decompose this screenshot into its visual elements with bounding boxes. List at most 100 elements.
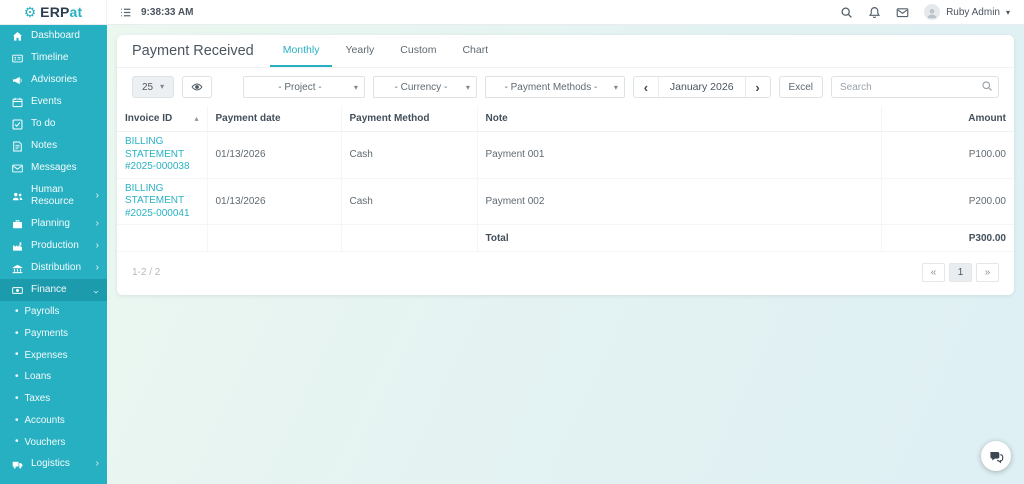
topbar: ⚙ ERPat 9:38:33 AM Ruby Admin ▾: [0, 0, 1024, 25]
chevron-right-icon: ›: [92, 459, 99, 469]
sidebar-item-planning[interactable]: Planning ›: [0, 213, 107, 235]
tab-yearly[interactable]: Yearly: [332, 35, 387, 67]
chevron-down-icon: ▾: [160, 83, 164, 91]
table-total-row: Total P300.00: [117, 225, 1014, 252]
payment-methods-select[interactable]: - Payment Methods - ▾: [485, 76, 625, 98]
chevron-down-icon: ▾: [354, 84, 358, 92]
factory-icon: [11, 241, 24, 252]
table-row: BILLING STATEMENT #2025-000041 01/13/202…: [117, 178, 1014, 225]
bullet-icon: •: [15, 416, 19, 426]
page-size-select[interactable]: 25 ▾: [132, 76, 174, 98]
chevron-right-icon: ›: [92, 263, 99, 273]
topbar-main: 9:38:33 AM Ruby Admin ▾: [107, 0, 1024, 24]
chat-button[interactable]: [981, 441, 1011, 471]
task-list-icon[interactable]: [119, 6, 132, 19]
user-name: Ruby Admin: [946, 7, 1000, 18]
column-header-amount[interactable]: Amount: [881, 106, 1014, 132]
toggle-columns-button[interactable]: [182, 76, 212, 98]
table-header-row: Invoice ID ▴ Payment date Payment Method…: [117, 106, 1014, 132]
column-header-invoice-id[interactable]: Invoice ID ▴: [117, 106, 207, 132]
sidebar: Dashboard Timeline Advisories Events To …: [0, 25, 107, 484]
sidebar-item-production[interactable]: Production ›: [0, 235, 107, 257]
bullet-icon: •: [15, 329, 19, 339]
page-title: Payment Received: [132, 43, 254, 59]
sidebar-item-distribution[interactable]: Distribution ›: [0, 257, 107, 279]
sidebar-item-timeline[interactable]: Timeline: [0, 47, 107, 69]
check-square-icon: [11, 119, 24, 130]
table-row: BILLING STATEMENT #2025-000038 01/13/202…: [117, 132, 1014, 179]
sidebar-item-human-resource[interactable]: Human Resource ›: [0, 179, 107, 213]
payment-received-card: Payment Received Monthly Yearly Custom C…: [117, 35, 1014, 295]
bell-icon[interactable]: [868, 6, 881, 19]
sidebar-item-payrolls[interactable]: • Payrolls: [0, 301, 107, 323]
sidebar-item-todo[interactable]: To do: [0, 113, 107, 135]
payment-date-cell: 01/13/2026: [207, 178, 341, 225]
note-icon: [11, 141, 24, 152]
logo-gear-icon: ⚙: [24, 5, 37, 19]
amount-cell: P200.00: [881, 178, 1014, 225]
users-icon: [11, 191, 24, 202]
sidebar-item-taxes[interactable]: • Taxes: [0, 388, 107, 410]
search-icon[interactable]: [840, 6, 853, 19]
payment-method-cell: Cash: [341, 178, 477, 225]
invoice-link[interactable]: BILLING STATEMENT #2025-000038: [125, 136, 199, 174]
sidebar-item-logistics[interactable]: Logistics ›: [0, 453, 107, 475]
period-navigator: ‹ January 2026 ›: [633, 76, 771, 98]
bullet-icon: •: [15, 437, 19, 447]
empty-cell: [341, 225, 477, 252]
search-input[interactable]: [831, 76, 999, 98]
sidebar-item-dashboard[interactable]: Dashboard: [0, 25, 107, 47]
chevron-right-icon: ›: [92, 219, 99, 229]
sidebar-item-finance[interactable]: Finance ›: [0, 279, 107, 301]
sidebar-item-notes[interactable]: Notes: [0, 135, 107, 157]
main-content: Payment Received Monthly Yearly Custom C…: [107, 25, 1024, 484]
eye-icon: [191, 81, 203, 93]
period-label: January 2026: [658, 77, 746, 97]
excel-export-button[interactable]: Excel: [779, 76, 823, 98]
briefcase-icon: [11, 219, 24, 230]
sidebar-item-advisories[interactable]: Advisories: [0, 69, 107, 91]
chevron-right-icon: ›: [92, 191, 99, 201]
tab-custom[interactable]: Custom: [387, 35, 449, 67]
bank-icon: [11, 263, 24, 274]
column-header-payment-method[interactable]: Payment Method: [341, 106, 477, 132]
brand-name: ERPat: [40, 4, 82, 20]
sort-asc-icon: ▴: [194, 115, 198, 123]
bullet-icon: •: [15, 394, 19, 404]
column-header-payment-date[interactable]: Payment date: [207, 106, 341, 132]
truck-icon: [11, 459, 24, 470]
currency-select[interactable]: - Currency - ▾: [373, 76, 477, 98]
sidebar-item-vouchers[interactable]: • Vouchers: [0, 432, 107, 454]
next-month-button[interactable]: ›: [746, 77, 770, 97]
pagination-summary: 1-2 / 2: [132, 267, 160, 278]
filter-toolbar: 25 ▾ - Project - ▾ - Currency - ▾ - Paym…: [117, 68, 1014, 106]
column-header-note[interactable]: Note: [477, 106, 881, 132]
empty-cell: [117, 225, 207, 252]
tab-chart[interactable]: Chart: [449, 35, 501, 67]
pagination-next-button[interactable]: »: [976, 263, 999, 282]
user-menu[interactable]: Ruby Admin ▾: [924, 4, 1010, 20]
sidebar-item-loans[interactable]: • Loans: [0, 366, 107, 388]
bullet-icon: •: [15, 307, 19, 317]
sidebar-item-accounts[interactable]: • Accounts: [0, 410, 107, 432]
pagination-page-1[interactable]: 1: [949, 263, 972, 282]
chevron-down-icon: ▾: [466, 84, 470, 92]
sidebar-item-payments[interactable]: • Payments: [0, 323, 107, 345]
previous-month-button[interactable]: ‹: [634, 77, 658, 97]
sidebar-item-expenses[interactable]: • Expenses: [0, 345, 107, 367]
bullet-icon: •: [15, 350, 19, 360]
mail-icon[interactable]: [896, 6, 909, 19]
envelope-icon: [11, 163, 24, 174]
brand-logo[interactable]: ⚙ ERPat: [0, 0, 107, 24]
pagination-prev-button[interactable]: «: [922, 263, 945, 282]
pagination: 1-2 / 2 « 1 »: [117, 252, 1014, 295]
chevron-right-icon: ›: [92, 241, 99, 251]
view-tabs: Monthly Yearly Custom Chart: [270, 35, 501, 67]
project-select[interactable]: - Project - ▾: [243, 76, 365, 98]
tab-monthly[interactable]: Monthly: [270, 35, 333, 67]
invoice-link[interactable]: BILLING STATEMENT #2025-000041: [125, 183, 199, 221]
sidebar-item-messages[interactable]: Messages: [0, 157, 107, 179]
sidebar-item-events[interactable]: Events: [0, 91, 107, 113]
search-icon: [981, 80, 993, 92]
chevron-down-icon: ›: [90, 286, 100, 293]
